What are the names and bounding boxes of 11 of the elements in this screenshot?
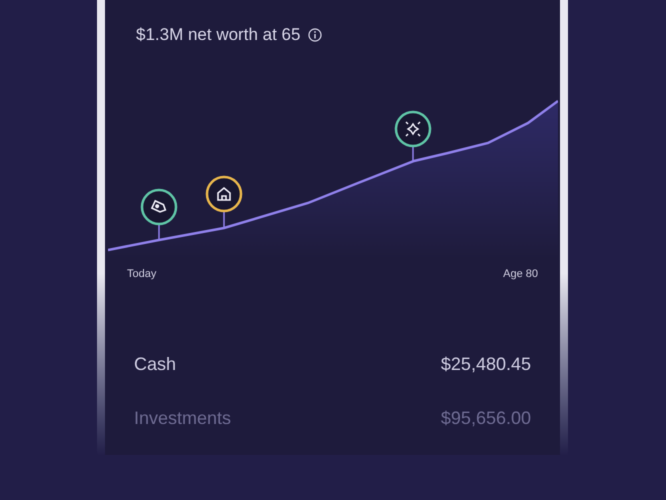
axis-start-label: Today xyxy=(127,266,156,282)
account-amount: $95,656.00 xyxy=(440,407,531,430)
account-amount: $25,480.45 xyxy=(440,353,531,376)
tag-marker-icon[interactable] xyxy=(140,188,178,240)
info-icon[interactable] xyxy=(308,28,322,42)
account-name: Cash xyxy=(134,353,176,376)
axis-end-label: Age 80 xyxy=(503,266,538,282)
sparkle-marker-icon[interactable] xyxy=(394,110,432,160)
home-marker-icon[interactable] xyxy=(206,175,242,228)
net-worth-subtitle: $1.3M net worth at 65 xyxy=(136,24,300,46)
account-name: Investments xyxy=(134,407,232,430)
